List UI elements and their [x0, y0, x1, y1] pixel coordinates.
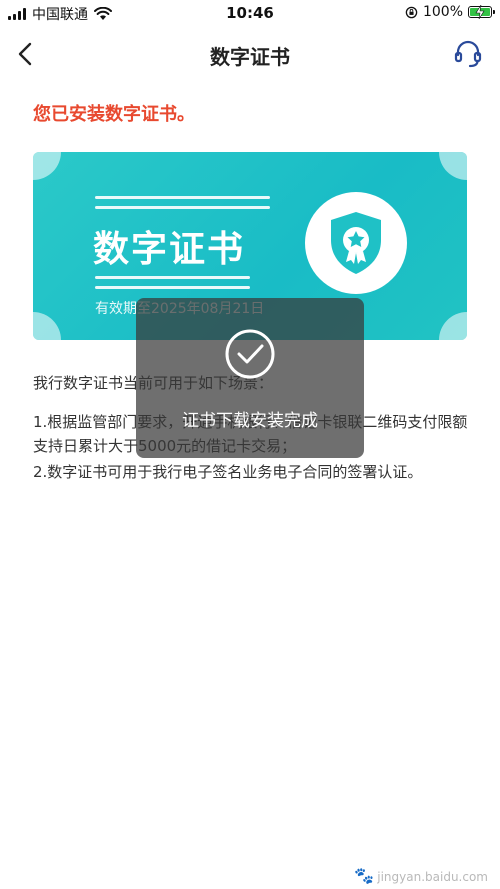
- scenario-rule-2: 2.数字证书可用于我行电子签名业务电子合同的签署认证。: [33, 463, 423, 481]
- certificate-title: 数字证书: [93, 229, 246, 270]
- charging-bolt-icon: [475, 5, 485, 19]
- success-toast: 证书下载安装完成: [136, 298, 364, 458]
- nav-bar: 数字证书: [0, 28, 500, 80]
- status-right: 100%: [405, 4, 495, 20]
- check-circle-icon: [225, 329, 275, 379]
- installed-message: 您已安装数字证书。: [33, 104, 195, 125]
- card-decor-line: [95, 196, 270, 199]
- card-corner-decoration: [33, 312, 61, 340]
- toast-message: 证书下载安装完成: [182, 411, 318, 431]
- battery-percent: 100%: [422, 4, 463, 20]
- watermark-text: jingyan.baidu.com: [377, 870, 488, 884]
- card-corner-decoration: [439, 152, 467, 180]
- page-title: 数字证书: [210, 45, 290, 69]
- headset-icon[interactable]: [452, 38, 484, 70]
- certificate-badge: [305, 192, 407, 294]
- card-corner-decoration: [439, 312, 467, 340]
- status-bar: 中国联通 10:46 100%: [0, 0, 500, 28]
- paw-icon: 🐾: [354, 866, 375, 885]
- watermark: 🐾 jingyan.baidu.com: [354, 866, 488, 885]
- card-decor-line: [95, 286, 250, 289]
- shield-badge-icon: [331, 212, 381, 274]
- card-decor-line: [95, 276, 250, 279]
- battery-icon: [468, 5, 495, 19]
- card-decor-line: [95, 206, 270, 209]
- card-corner-decoration: [33, 152, 61, 180]
- orientation-lock-icon: [405, 6, 418, 18]
